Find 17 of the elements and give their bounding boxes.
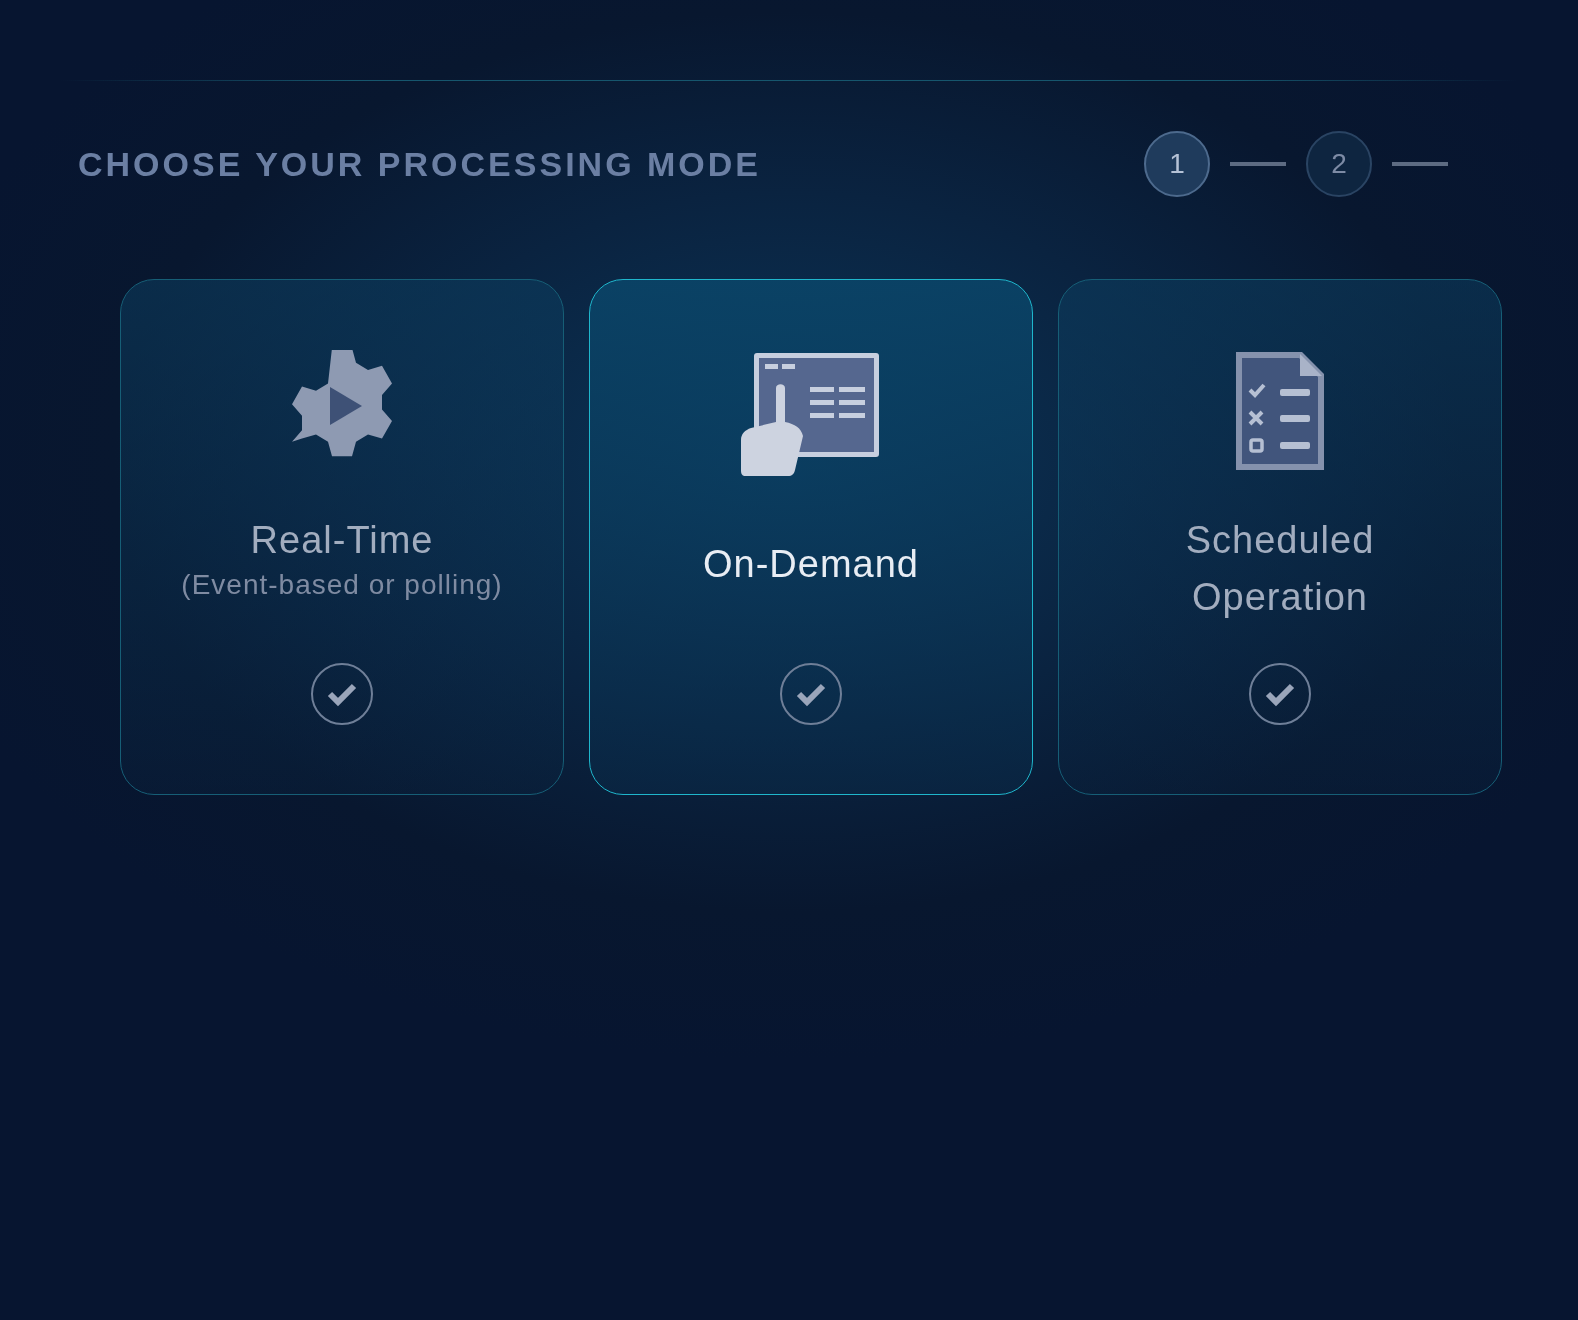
mode-title: On-Demand [703,542,919,587]
checklist-icon [1234,350,1326,472]
touch-screen-icon [740,350,882,478]
mode-title: Real-Time [250,518,434,563]
mode-card[interactable]: Scheduled Operation [1058,279,1502,795]
check-circle-icon [1248,662,1312,726]
mode-card[interactable]: On-Demand [589,279,1033,795]
page-heading: CHOOSE YOUR PROCESSING MODE [78,144,762,184]
check-circle-icon [779,662,843,726]
mode-title: Scheduled Operation [1184,518,1376,620]
step-indicator: 1 [1144,131,1210,197]
mode-subtitle: (Event-based or polling) [181,569,503,601]
step-connector [1230,162,1286,166]
check-circle-icon [310,662,374,726]
mode-card[interactable]: Real-Time (Event-based or polling) [120,279,564,795]
step-connector [1392,162,1448,166]
step-indicator: 2 [1306,131,1372,197]
